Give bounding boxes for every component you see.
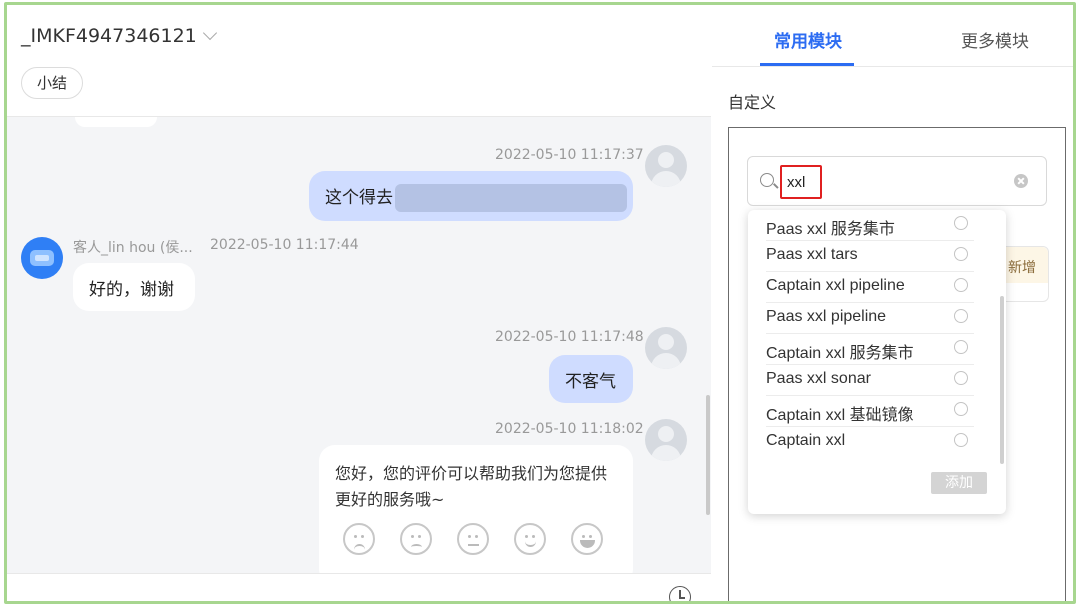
agent-avatar	[645, 327, 687, 369]
active-tab-indicator	[760, 63, 854, 66]
message-timestamp: 2022-05-10 11:17:44	[210, 237, 359, 253]
dropdown-item[interactable]: Paas xxl 服务集市	[748, 210, 1006, 241]
rating-request-card: 您好，您的评价可以帮助我们为您提供更好的服务哦~	[319, 445, 633, 573]
search-input[interactable]	[780, 165, 822, 199]
agent-avatar	[645, 145, 687, 187]
session-id: _IMKF4947346121	[21, 25, 197, 47]
message-bubble: 好的，谢谢	[73, 263, 195, 311]
partial-message-bubble	[75, 117, 157, 127]
chevron-down-icon	[202, 25, 217, 41]
message-timestamp: 2022-05-10 11:17:37	[495, 147, 644, 163]
chat-header: _IMKF4947346121 小结	[7, 5, 711, 117]
chat-toolbar	[7, 573, 711, 601]
message-text: 不客气	[565, 372, 616, 392]
radio-button[interactable]	[954, 371, 968, 385]
custom-module-box: 新增 Paas xxl 服务集市 Paas xxl tars Captain x…	[728, 127, 1066, 601]
customer-name: 客人_lin hou (侯...	[73, 240, 193, 256]
dropdown-item[interactable]: Paas xxl tars	[748, 241, 1006, 272]
dropdown-scrollbar[interactable]	[1000, 296, 1004, 464]
radio-button[interactable]	[954, 278, 968, 292]
message-list[interactable]: 2022-05-10 11:17:37 这个得去 客人_lin hou (侯..…	[7, 117, 711, 573]
summary-button[interactable]: 小结	[21, 67, 84, 99]
happy-face-icon[interactable]	[514, 523, 546, 555]
tab-common-modules[interactable]: 常用模块	[774, 27, 842, 52]
radio-button[interactable]	[954, 247, 968, 261]
module-search	[747, 156, 1047, 206]
dropdown-item[interactable]: Captain xxl	[748, 427, 1006, 458]
chat-scrollbar[interactable]	[706, 395, 710, 515]
clear-icon[interactable]	[1014, 174, 1028, 188]
dropdown-item[interactable]: Captain xxl 基础镜像	[748, 396, 1006, 427]
radio-button[interactable]	[954, 216, 968, 230]
message-timestamp: 2022-05-10 11:17:48	[495, 329, 644, 345]
radio-button[interactable]	[954, 309, 968, 323]
search-icon	[760, 173, 774, 187]
tab-more-modules[interactable]: 更多模块	[961, 27, 1029, 52]
add-button[interactable]: 添加	[931, 472, 987, 494]
message-text: 好的，谢谢	[89, 280, 174, 300]
dropdown-item[interactable]: Paas xxl pipeline	[748, 303, 1006, 334]
history-clock-icon[interactable]	[669, 586, 691, 601]
session-selector[interactable]: _IMKF4947346121	[21, 25, 217, 47]
redacted-text	[395, 184, 627, 212]
dropdown-item-label: Paas xxl 服务集市	[766, 221, 895, 238]
rating-prompt: 您好，您的评价可以帮助我们为您提供更好的服务哦~	[335, 464, 608, 509]
sad-face-icon[interactable]	[400, 523, 432, 555]
rating-options	[343, 523, 603, 555]
module-tabs: 常用模块 更多模块	[712, 5, 1073, 67]
message-bubble: 这个得去	[309, 171, 633, 221]
dropdown-item-label: Paas xxl pipeline	[766, 308, 887, 325]
radio-button[interactable]	[954, 402, 968, 416]
search-results-dropdown: Paas xxl 服务集市 Paas xxl tars Captain xxl …	[748, 210, 1006, 514]
radio-button[interactable]	[954, 340, 968, 354]
radio-button[interactable]	[954, 433, 968, 447]
customer-avatar	[21, 237, 63, 279]
message-bubble: 不客气	[549, 355, 633, 403]
dropdown-item-label: Captain xxl 基础镜像	[766, 407, 914, 424]
message-text: 这个得去	[325, 188, 393, 208]
dropdown-item-label: Captain xxl	[766, 432, 846, 449]
dropdown-item-label: Paas xxl sonar	[766, 370, 871, 387]
chat-panel: _IMKF4947346121 小结 2022-05-10 11:17:37 这…	[7, 5, 711, 601]
angry-face-icon[interactable]	[343, 523, 375, 555]
great-face-icon[interactable]	[571, 523, 603, 555]
module-panel: 常用模块 更多模块 自定义 新增 Paas xxl 服务集市 Paas xxl …	[712, 5, 1073, 601]
neutral-face-icon[interactable]	[457, 523, 489, 555]
custom-section-label: 自定义	[728, 93, 777, 112]
dropdown-item[interactable]: Captain xxl pipeline	[748, 272, 1006, 303]
agent-avatar	[645, 419, 687, 461]
dropdown-item-label: Captain xxl 服务集市	[766, 345, 914, 362]
message-timestamp: 2022-05-10 11:18:02	[495, 421, 644, 437]
dropdown-item[interactable]: Paas xxl sonar	[748, 365, 1006, 396]
dropdown-item-label: Captain xxl pipeline	[766, 277, 905, 294]
dropdown-item[interactable]: Captain xxl 服务集市	[748, 334, 1006, 365]
app-frame: _IMKF4947346121 小结 2022-05-10 11:17:37 这…	[4, 2, 1076, 604]
dropdown-item-label: Paas xxl tars	[766, 246, 858, 263]
